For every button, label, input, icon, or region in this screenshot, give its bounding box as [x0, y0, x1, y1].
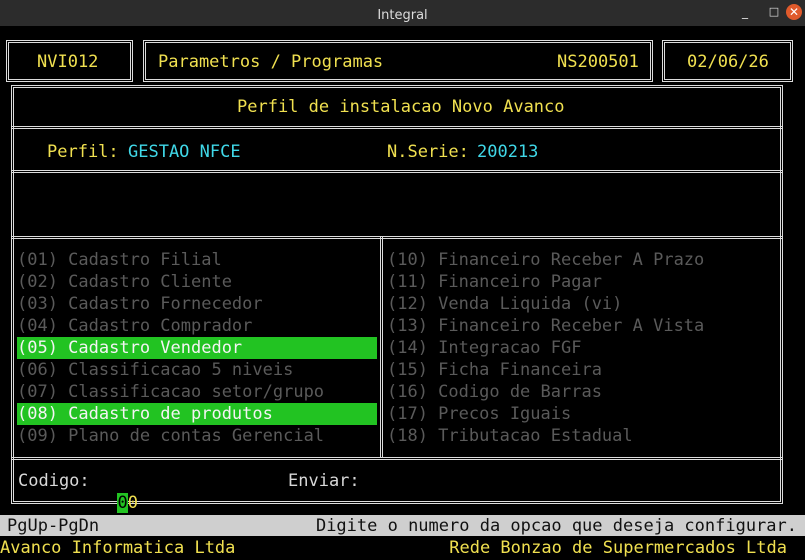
enviar-label: Enviar: — [288, 471, 360, 491]
footer: Avanco Informatica Ltda Rede Bonzao de S… — [0, 537, 805, 560]
status-bar: PgUp-PgDn Digite o numero da opcao que d… — [0, 515, 805, 536]
menu-item-17[interactable]: (17) Precos Iguais — [387, 403, 777, 425]
menu-item-07[interactable]: (07) Classificacao setor/grupo — [17, 381, 377, 403]
menu-item-11[interactable]: (11) Financeiro Pagar — [387, 271, 777, 293]
menu-item-12[interactable]: (12) Venda Liquida (vi) — [387, 293, 777, 315]
divider — [11, 236, 783, 239]
codigo-input[interactable]: 00 — [97, 470, 138, 514]
profile-label: Perfil: — [47, 142, 119, 162]
menu-item-03[interactable]: (03) Cadastro Fornecedor — [17, 293, 377, 315]
window-titlebar: Integral _ □ ✕ — [0, 0, 805, 26]
profile-value: GESTAO NFCE — [128, 142, 241, 162]
menu-item-15[interactable]: (15) Ficha Financeira — [387, 359, 777, 381]
menu-item-09[interactable]: (09) Plano de contas Gerencial — [17, 425, 377, 447]
module-title: Parametros / Programas — [158, 52, 384, 72]
header-date: 02/06/26 — [687, 52, 769, 72]
serial-value: 200213 — [477, 142, 539, 162]
menu-column-divider — [380, 236, 383, 458]
menu-item-16[interactable]: (16) Codigo de Barras — [387, 381, 777, 403]
serial-label: N.Serie: — [387, 142, 469, 162]
divider — [11, 457, 783, 460]
menu-item-13[interactable]: (13) Financeiro Receber A Vista — [387, 315, 777, 337]
menu-item-18[interactable]: (18) Tributacao Estadual — [387, 425, 777, 447]
menu-item-04[interactable]: (04) Cadastro Comprador — [17, 315, 377, 337]
company-name: Avanco Informatica Ltda — [0, 538, 236, 558]
menu-item-02[interactable]: (02) Cadastro Cliente — [17, 271, 377, 293]
menu-item-08[interactable]: (08) Cadastro de produtos — [17, 403, 377, 425]
keys-hint: PgUp-PgDn — [7, 516, 100, 536]
divider — [11, 126, 783, 129]
status-message: Digite o numero da opcao que deseja conf… — [315, 516, 797, 536]
window-title: Integral — [377, 8, 428, 23]
program-code: NVI012 — [37, 52, 99, 72]
maximize-icon[interactable]: □ — [766, 4, 782, 20]
menu-item-06[interactable]: (06) Classificacao 5 niveis — [17, 359, 377, 381]
panel-title: Perfil de instalacao Novo Avanco — [237, 97, 565, 117]
menu-item-14[interactable]: (14) Integracao FGF — [387, 337, 777, 359]
close-icon[interactable]: ✕ — [786, 4, 802, 20]
menu-item-10[interactable]: (10) Financeiro Receber A Prazo — [387, 249, 777, 271]
codigo-value: 0 — [127, 493, 138, 513]
menu-item-05[interactable]: (05) Cadastro Vendedor — [17, 337, 377, 359]
minimize-icon[interactable]: _ — [737, 4, 753, 20]
divider — [11, 170, 783, 173]
menu-item-01[interactable]: (01) Cadastro Filial — [17, 249, 377, 271]
text-cursor: 0 — [117, 493, 128, 513]
client-name: Rede Bonzao de Supermercados Ltda — [449, 538, 787, 558]
serial-code: NS200501 — [557, 52, 639, 72]
codigo-label: Codigo: — [18, 471, 90, 491]
